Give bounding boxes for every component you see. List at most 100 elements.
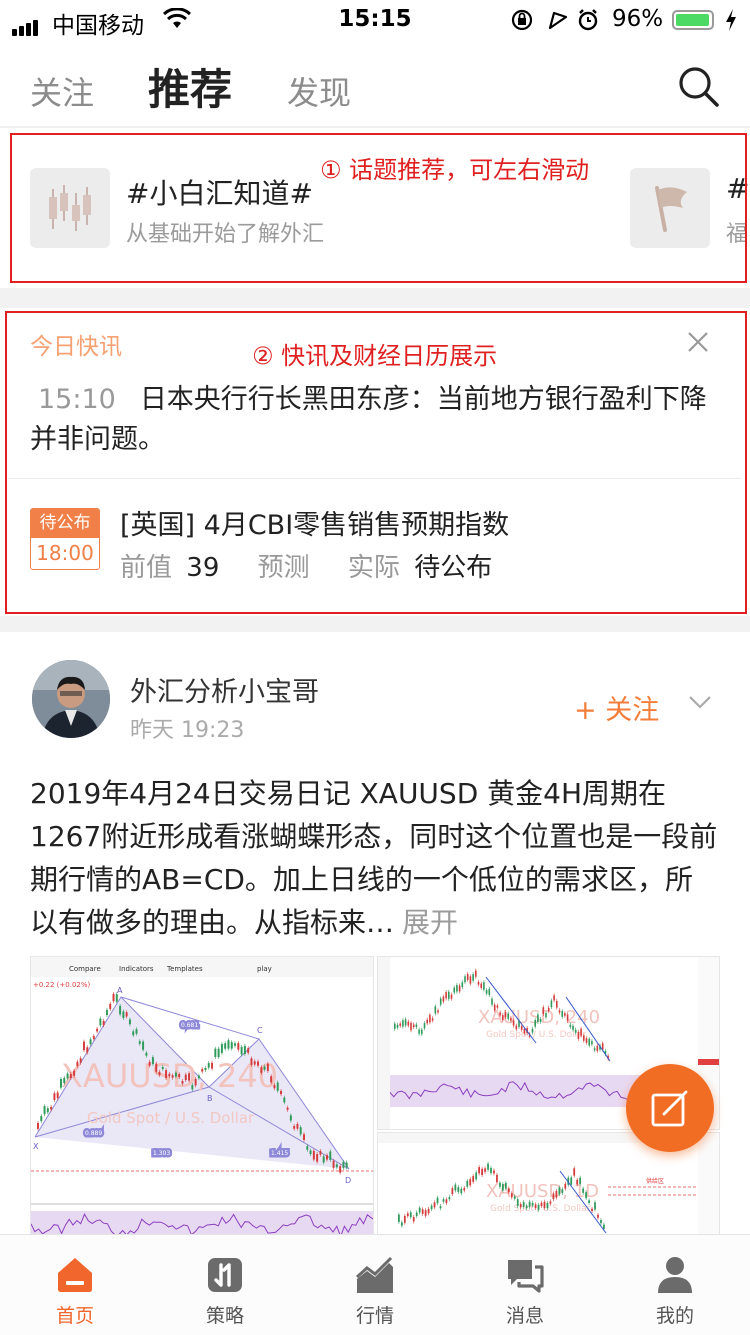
compose-button[interactable] bbox=[626, 1064, 714, 1152]
tab-recommend[interactable]: 推荐 bbox=[148, 56, 232, 117]
chart-candle bbox=[266, 1063, 269, 1071]
chart-candle bbox=[125, 1012, 128, 1017]
chart-candle bbox=[540, 1202, 543, 1207]
chart-candle bbox=[487, 1163, 489, 1170]
chart-candle bbox=[135, 1029, 138, 1034]
chart-candle bbox=[326, 1155, 328, 1160]
chart-candle bbox=[184, 1074, 187, 1081]
chart-candle bbox=[507, 1013, 510, 1019]
market-chart-icon bbox=[355, 1256, 393, 1293]
tab-label: 我的 bbox=[655, 1305, 694, 1327]
chevron-down-icon[interactable] bbox=[688, 694, 712, 710]
chart-candle bbox=[426, 1019, 429, 1024]
follow-button[interactable]: + 关注 bbox=[574, 688, 659, 727]
chart-candle bbox=[431, 1018, 434, 1021]
chart-candle bbox=[579, 1177, 582, 1185]
chart-candle bbox=[454, 1184, 457, 1191]
tab-strategy[interactable]: 策略 bbox=[150, 1235, 300, 1335]
chart-candle bbox=[537, 1014, 539, 1022]
post-text: 2019年4月24日交易日记 XAUUSD 黄金4H周期在1267附近形成看涨蝴… bbox=[30, 777, 718, 939]
chart-candle bbox=[466, 973, 469, 980]
chart-candle bbox=[40, 1116, 43, 1122]
chart-candle bbox=[69, 1073, 72, 1078]
expand-link[interactable]: 展开 bbox=[402, 906, 458, 939]
chart-candle bbox=[453, 987, 456, 993]
chart-candle bbox=[593, 1048, 596, 1051]
chart-candle bbox=[418, 1207, 421, 1213]
tab-discover[interactable]: 发现 bbox=[287, 68, 351, 114]
chart-candle bbox=[237, 1043, 240, 1050]
chart-candle bbox=[201, 1069, 204, 1072]
chart-candle bbox=[399, 1023, 402, 1026]
chart-candle bbox=[504, 1182, 507, 1189]
chart-candle bbox=[570, 1177, 573, 1185]
tab-market[interactable]: 行情 bbox=[300, 1235, 450, 1335]
chart-candle bbox=[407, 1021, 410, 1026]
author-name[interactable]: 外汇分析小宝哥 bbox=[130, 670, 319, 709]
chart-candle bbox=[442, 996, 445, 1002]
tab-messages[interactable]: 消息 bbox=[450, 1235, 600, 1335]
chart-candle bbox=[181, 1081, 184, 1084]
chart-candle bbox=[469, 976, 472, 984]
chart-candle bbox=[168, 1073, 171, 1077]
chart-candle bbox=[573, 1168, 576, 1176]
chart-candle bbox=[437, 1010, 439, 1013]
chart-candle bbox=[493, 1004, 496, 1011]
avatar[interactable] bbox=[32, 660, 110, 738]
chart-candle bbox=[230, 1042, 233, 1049]
chart-candle bbox=[576, 1179, 579, 1185]
ratio-label: 0.889 bbox=[85, 1130, 102, 1137]
chart-candle bbox=[247, 1048, 250, 1053]
chart-subtitle: Gold Spot / U.S. Dollar bbox=[490, 1204, 591, 1214]
chart-candle bbox=[335, 1164, 338, 1168]
chart-candle bbox=[171, 1075, 174, 1078]
tab-profile[interactable]: 我的 bbox=[600, 1235, 750, 1335]
chart-candle bbox=[499, 1012, 501, 1016]
chart-candle bbox=[293, 1126, 296, 1129]
tab-home[interactable]: 首页 bbox=[0, 1235, 150, 1335]
chart-image-4h-pattern[interactable]: Compare Indicators Templates play +0.22 … bbox=[30, 956, 374, 1240]
chart-candle bbox=[513, 1196, 516, 1199]
tab-follow[interactable]: 关注 bbox=[30, 68, 94, 114]
chart-candle bbox=[591, 1208, 593, 1212]
chart-candle bbox=[273, 1085, 276, 1089]
chart-candle bbox=[194, 1078, 197, 1086]
chart-candle bbox=[484, 1168, 486, 1172]
chart-candle bbox=[442, 1199, 445, 1202]
pattern-label: D bbox=[345, 1176, 351, 1185]
section-divider bbox=[0, 616, 750, 632]
battery-icon bbox=[672, 10, 714, 30]
chart-candle bbox=[322, 1156, 325, 1163]
chart-candle bbox=[240, 1046, 243, 1055]
search-icon[interactable] bbox=[676, 64, 722, 110]
chart-candle bbox=[402, 1020, 404, 1027]
chart-candle bbox=[507, 1188, 510, 1193]
chart-candle bbox=[342, 1161, 345, 1168]
chart-candle bbox=[224, 1043, 227, 1049]
chart-candle bbox=[597, 1214, 599, 1218]
chart-candle bbox=[580, 1028, 582, 1036]
chart-candle bbox=[596, 1045, 599, 1051]
chart-candle bbox=[56, 1092, 59, 1098]
chart-candle bbox=[319, 1151, 322, 1155]
message-icon bbox=[508, 1260, 544, 1293]
chart-candle bbox=[490, 1167, 492, 1174]
chart-candle bbox=[488, 988, 491, 995]
toolbar-templates: Templates bbox=[166, 965, 203, 973]
chart-candle bbox=[234, 1043, 237, 1046]
toolbar-compare: Compare bbox=[69, 965, 101, 973]
chart-candle bbox=[534, 1204, 537, 1209]
chart-candle bbox=[460, 1188, 463, 1194]
chart-candle bbox=[491, 998, 493, 1005]
chart-candle bbox=[523, 1028, 526, 1034]
chart-candle bbox=[451, 1188, 454, 1194]
chart-candle bbox=[309, 1150, 312, 1155]
post-body[interactable]: 2019年4月24日交易日记 XAUUSD 黄金4H周期在1267附近形成看涨蝴… bbox=[30, 772, 720, 944]
charging-icon bbox=[726, 9, 736, 31]
chart-candle bbox=[594, 1202, 596, 1210]
chart-candle bbox=[260, 1067, 263, 1073]
chart-candle bbox=[421, 1209, 424, 1214]
chart-candle bbox=[564, 1183, 567, 1189]
price-change: +0.22 (+0.02%) bbox=[33, 981, 91, 989]
chart-candle bbox=[600, 1220, 602, 1224]
